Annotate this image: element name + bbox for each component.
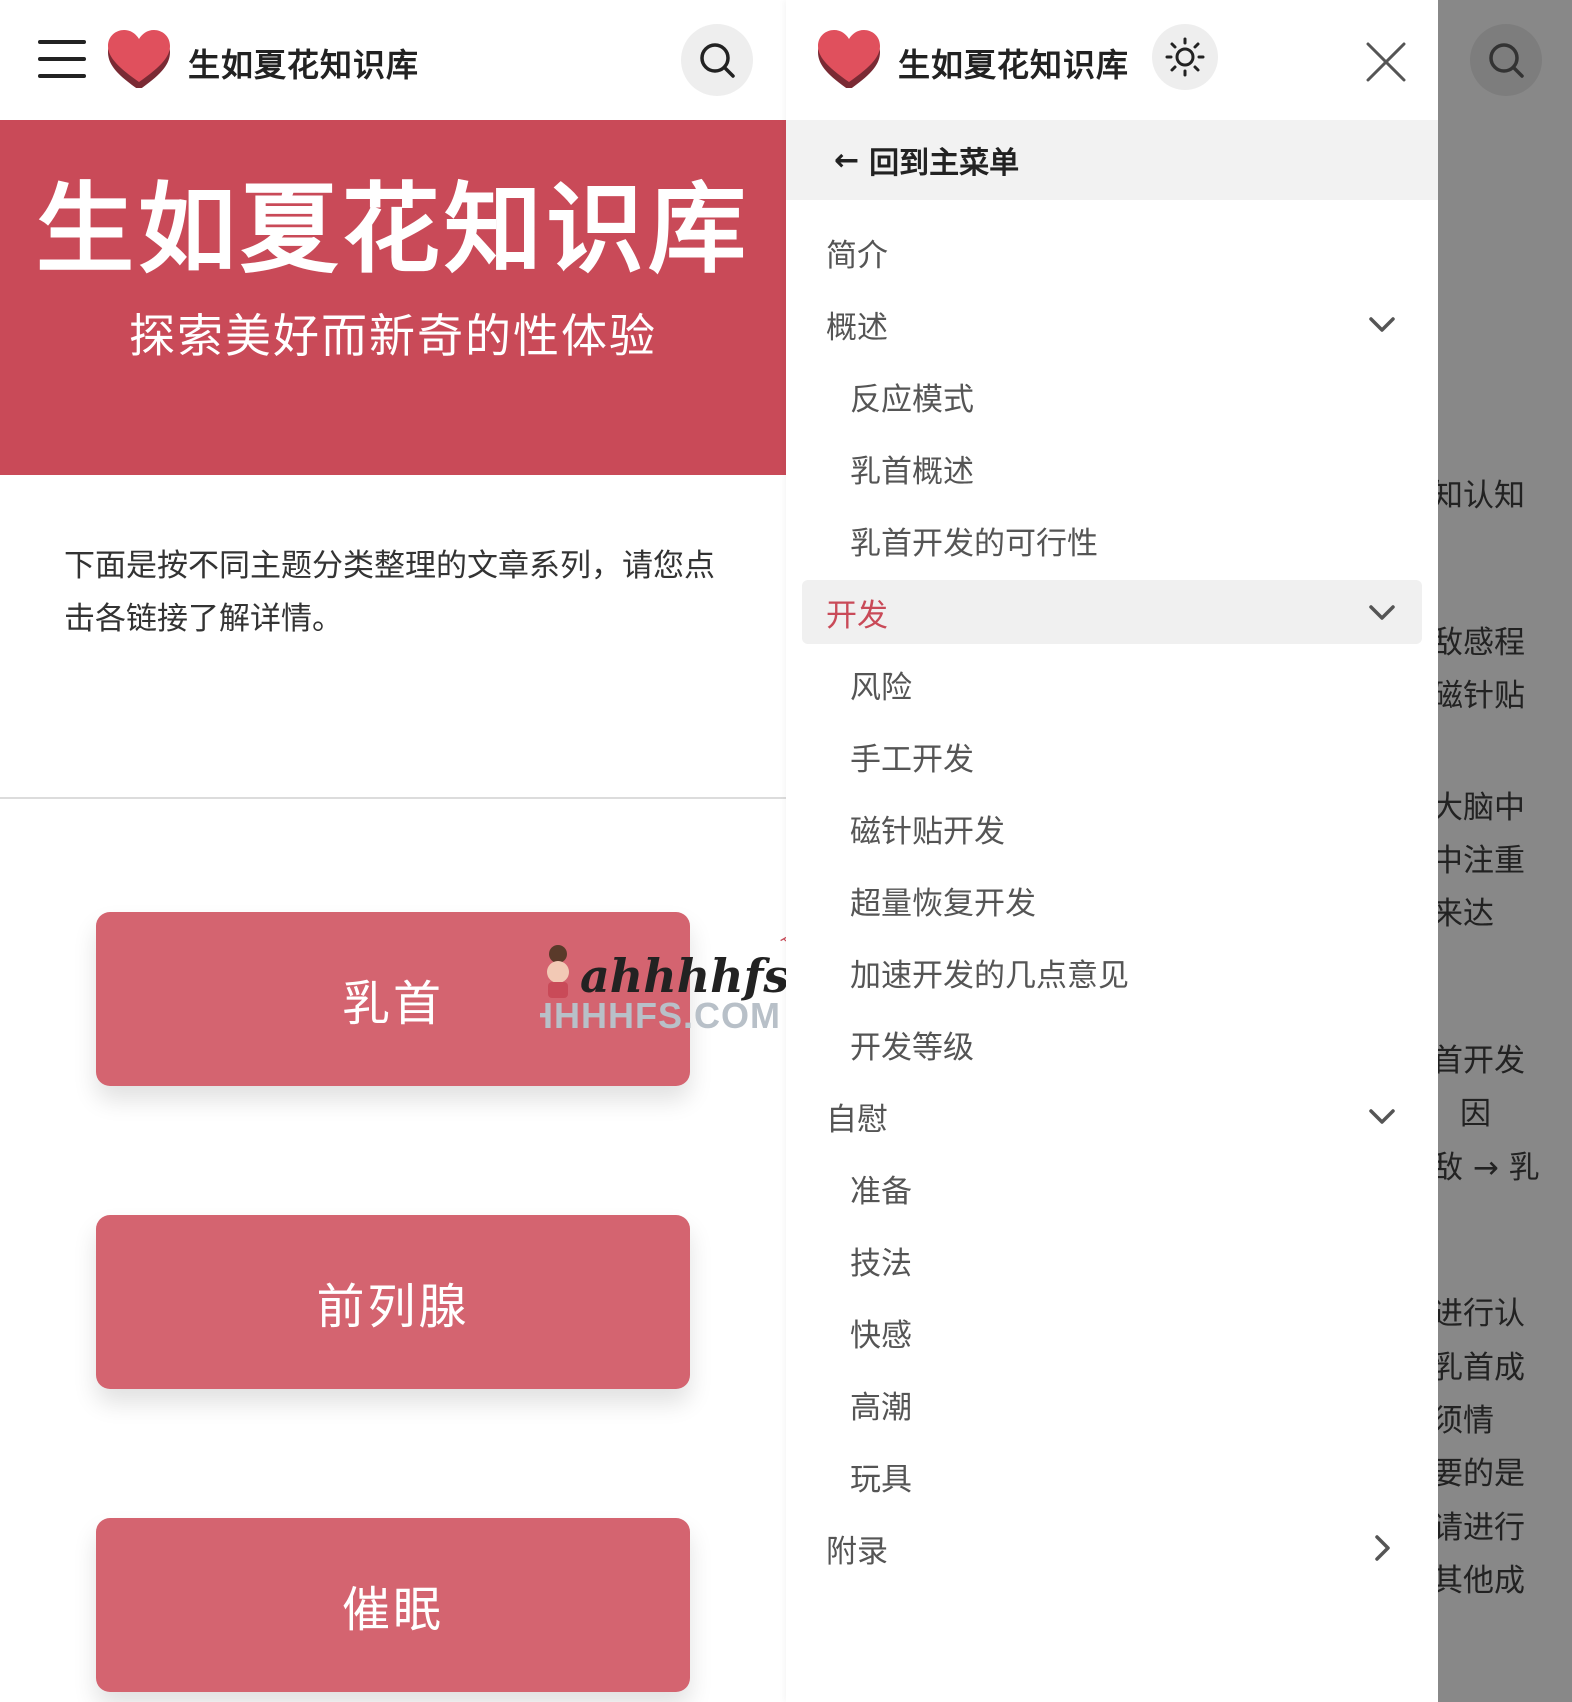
nav-item-label: 概述 [826,309,888,346]
nav-item[interactable]: 准备 [802,1156,1422,1220]
overlay-text-fragment: 来达 [1438,896,1494,932]
sun-theme-icon [1165,37,1205,77]
nav-item-label: 磁针贴开发 [850,813,1005,850]
overlay-text-fragment: 乳首成 [1438,1350,1525,1386]
nav-item-label: 风险 [850,669,912,706]
overlay-text-fragment: 中注重 [1438,843,1525,879]
back-to-main-menu[interactable]: ← 回到主菜单 [786,120,1438,200]
nav-item-label: 反应模式 [850,381,974,418]
nav-item-label: 自慰 [826,1101,888,1138]
nav-item[interactable]: 简介 [802,220,1422,284]
heart-logo-icon [108,30,170,88]
nav-item[interactable]: 乳首概述 [802,436,1422,500]
nav-item[interactable]: 风险 [802,652,1422,716]
drawer-header: 生如夏花知识库 [786,0,1438,120]
nav-item-label: 简介 [826,237,888,274]
overlay-text-fragment: 因 [1460,1096,1491,1132]
nav-item[interactable]: 反应模式 [802,364,1422,428]
drawer-site-title[interactable]: 生如夏花知识库 [898,40,1129,86]
nav-item[interactable]: 自慰 [802,1084,1422,1148]
nav-item[interactable]: 超量恢复开发 [802,868,1422,932]
dim-overlay[interactable]: 知认知敌感程磁针贴大脑中中注重来达首开发因敌 → 乳进行认乳首成须情要的是请进行… [1438,0,1572,1702]
nav-item[interactable]: 技法 [802,1228,1422,1292]
hero-title: 生如夏花知识库 [35,173,750,287]
close-icon[interactable] [1364,40,1408,84]
overlay-text-fragment: 其他成 [1438,1563,1525,1599]
overlay-text-fragment: 首开发 [1438,1043,1525,1079]
intro-text: 下面是按不同主题分类整理的文章系列，请您点击各链接了解详情。 [64,548,715,637]
site-title[interactable]: 生如夏花知识库 [188,40,419,86]
topic-button-prostate[interactable]: 前列腺 [96,1215,690,1389]
hero-subtitle: 探索美好而新奇的性体验 [129,309,657,363]
overlay-text-fragment: 磁针贴 [1438,678,1525,714]
nav-item[interactable]: 开发等级 [802,1012,1422,1076]
nav-drawer: 生如夏花知识库 ← 回到主菜单 简介概述反应模式乳首概述乳首开发的可行性开发风险… [786,0,1438,1702]
top-bar: 生如夏花知识库 [0,0,786,120]
overlay-text-fragment: 进行认 [1438,1296,1525,1332]
nav-item-label: 超量恢复开发 [850,885,1036,922]
arrow-left-icon: ← [834,142,860,178]
search-icon [1489,43,1524,78]
search-button-dimmed [1470,24,1542,96]
search-icon [700,43,735,78]
nav-item-label: 乳首概述 [850,453,974,490]
nav-item[interactable]: 概述 [802,292,1422,356]
main-page: 生如夏花知识库 生如夏花知识库 探索美好而新奇的性体验 下面是按不同主题分类整理… [0,0,786,1702]
nav-item[interactable]: 乳首开发的可行性 [802,508,1422,572]
nav-item-label: 开发 [826,597,888,634]
nav-item-label: 高潮 [850,1389,912,1426]
nav-item-label: 快感 [850,1317,912,1354]
search-button[interactable] [681,24,753,96]
overlay-text-fragment: 敌感程 [1438,625,1525,661]
hero-banner: 生如夏花知识库 探索美好而新奇的性体验 [0,120,786,475]
nav-item-label: 玩具 [850,1461,912,1498]
nav-item[interactable]: 手工开发 [802,724,1422,788]
back-label: 回到主菜单 [869,146,1020,181]
nav-item[interactable]: 开发 [802,580,1422,644]
overlay-text-fragment: 敌 → 乳 [1438,1150,1540,1186]
divider [0,797,786,799]
nav-item[interactable]: 高潮 [802,1372,1422,1436]
nav-item[interactable]: 磁针贴开发 [802,796,1422,860]
nav-item-label: 附录 [826,1533,888,1570]
overlay-text-fragment: 要的是 [1438,1456,1525,1492]
nav-item-label: 技法 [850,1245,912,1282]
nav-item[interactable]: 快感 [802,1300,1422,1364]
chevron-down-icon[interactable] [1368,1102,1396,1130]
nav-item-label: 乳首开发的可行性 [850,525,1098,562]
nav-item-label: 准备 [850,1173,912,1210]
topic-button-hypnosis[interactable]: 催眠 [96,1518,690,1692]
nav-item-label: 开发等级 [850,1029,974,1066]
watermark-logo: ahhhhfs AHHHHFS.COM A姐分享 [540,930,786,1030]
nav-item[interactable]: 加速开发的几点意见 [802,940,1422,1004]
theme-toggle-button[interactable] [1152,24,1218,90]
nav-item[interactable]: 附录 [802,1516,1422,1580]
overlay-text-fragment: 大脑中 [1438,790,1525,826]
nav-item-label: 加速开发的几点意见 [850,957,1129,994]
watermark-domain: AHHHHFS.COM [540,995,781,1030]
hamburger-menu-icon[interactable] [38,40,86,78]
nav-item[interactable]: 玩具 [802,1444,1422,1508]
overlay-text-fragment: 知认知 [1438,478,1525,514]
chevron-right-icon[interactable] [1368,1534,1396,1562]
overlay-text-fragment: 请进行 [1438,1510,1525,1546]
heart-logo-icon [818,30,880,88]
nav-item-label: 手工开发 [850,741,974,778]
chevron-down-icon[interactable] [1368,598,1396,626]
chevron-down-icon[interactable] [1368,310,1396,338]
overlay-text-fragment: 须情 [1438,1403,1494,1439]
